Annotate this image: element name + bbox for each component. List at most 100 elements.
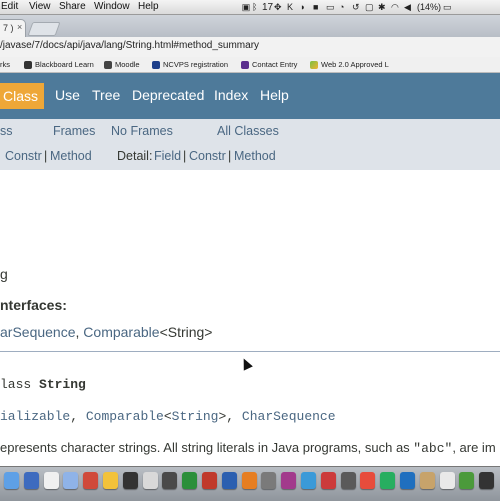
bookmark-rks[interactable]: rks — [0, 60, 10, 69]
new-tab-button[interactable] — [27, 22, 61, 36]
screen-icon[interactable]: ▭ — [326, 0, 339, 14]
blackboard-icon — [24, 60, 32, 69]
dock-app-icon[interactable] — [63, 472, 79, 489]
nav-tree[interactable]: Tree — [92, 87, 120, 103]
summary-method-link[interactable]: Method — [50, 149, 92, 163]
battery-icon[interactable]: ▭ — [443, 0, 457, 14]
menu-help[interactable]: Help — [138, 1, 159, 12]
dock-app-icon[interactable] — [439, 472, 455, 489]
detail-method-link[interactable]: Method — [234, 149, 276, 163]
serializable-link[interactable]: ializable — [0, 409, 70, 424]
wifi-icon[interactable]: ◠ — [391, 0, 404, 14]
tab-strip: 7 ) — [0, 15, 500, 37]
dock-app-icon[interactable] — [182, 472, 198, 489]
dock-app-icon[interactable] — [301, 472, 316, 489]
subnav-noframes-link[interactable]: No Frames — [111, 124, 173, 138]
nav-deprecated[interactable]: Deprecated — [132, 87, 204, 103]
volume-icon[interactable]: ◀ — [404, 0, 417, 14]
menu-window[interactable]: Window — [94, 1, 130, 12]
comparable-link[interactable]: Comparable — [86, 409, 164, 424]
type-param-open: < — [163, 409, 172, 424]
comma: , — [75, 324, 80, 340]
nav-help[interactable]: Help — [260, 87, 289, 103]
separator: | — [44, 149, 48, 163]
menu-edit[interactable]: Edit — [1, 1, 18, 12]
dock-app-icon[interactable] — [122, 472, 138, 489]
comma: , — [70, 409, 79, 424]
address-bar[interactable]: /javase/7/docs/api/java/lang/String.html… — [0, 40, 259, 51]
implements-list: ializable, Comparable<String>, CharSeque… — [0, 409, 336, 424]
separator: | — [228, 149, 232, 163]
ncvps-icon — [152, 60, 160, 69]
detail-field-link[interactable]: Field — [154, 149, 181, 163]
class-keyword: lass — [0, 377, 32, 392]
comparable-link[interactable]: Comparable — [83, 324, 159, 340]
dock-app-icon[interactable] — [261, 472, 277, 489]
javadoc-top-nav: Class Use Tree Deprecated Index Help — [0, 73, 500, 119]
dock-app-icon[interactable] — [43, 472, 59, 489]
dock-app-icon[interactable] — [380, 472, 396, 489]
web20-icon — [310, 60, 318, 69]
status-number: 17 — [262, 1, 274, 13]
evernote-icon[interactable]: ■ — [313, 0, 326, 14]
dock-app-icon[interactable] — [360, 472, 376, 489]
bluetooth-icon[interactable]: ᛒ — [252, 0, 262, 14]
dock-app-icon[interactable] — [400, 472, 415, 489]
time-machine-icon[interactable]: ↺ — [352, 0, 365, 14]
tab-close-icon[interactable]: × — [17, 22, 22, 32]
summary-constr-link[interactable]: Constr — [5, 149, 42, 163]
dropbox-icon[interactable]: ✥ — [274, 0, 287, 14]
bookmark-ncvps[interactable]: NCVPS registration — [152, 60, 228, 69]
bookmark-label: Web 2.0 Approved L — [321, 60, 389, 69]
detail-label: Detail: — [117, 149, 153, 163]
charsequence-link[interactable]: arSequence — [0, 324, 76, 340]
dock-app-icon[interactable] — [4, 472, 19, 489]
display-icon[interactable]: ▢ — [365, 0, 378, 14]
code-literal: "abc" — [413, 441, 453, 456]
bookmark-label: NCVPS registration — [163, 60, 229, 69]
menu-view[interactable]: View — [29, 1, 51, 12]
string-link[interactable]: String — [172, 409, 219, 424]
subnav-frames-link[interactable]: Frames — [53, 124, 95, 138]
dock-app-icon[interactable] — [103, 472, 118, 489]
cat-icon[interactable]: ◗ — [300, 0, 313, 14]
menu-bar: Edit View Share Window Help ▣ ᛒ 17 ✥ K ◗… — [0, 0, 500, 15]
bookmark-contact-entry[interactable]: Contact Entry — [241, 60, 297, 69]
dock-app-icon[interactable] — [23, 472, 39, 489]
bluetooth2-icon[interactable]: ✱ — [378, 0, 391, 14]
nav-index[interactable]: Index — [214, 87, 248, 103]
separator: | — [183, 149, 187, 163]
detail-constr-link[interactable]: Constr — [189, 149, 226, 163]
menu-share[interactable]: Share — [59, 1, 86, 12]
comma: , — [226, 409, 235, 424]
class-name-fragment: g — [0, 266, 8, 282]
interfaces-heading: nterfaces: — [0, 297, 67, 313]
dock-app-icon[interactable] — [142, 472, 158, 489]
bookmark-moodle[interactable]: Moodle — [104, 60, 140, 69]
k-icon[interactable]: K — [287, 0, 300, 14]
battery-percent: (14%) — [417, 2, 442, 12]
javadoc-sub-nav: ss Frames No Frames All Classes Constr |… — [0, 119, 500, 170]
subnav-allclasses-link[interactable]: All Classes — [217, 124, 279, 138]
dock-app-icon[interactable] — [459, 472, 475, 489]
dock-app-icon[interactable] — [479, 472, 495, 489]
bookmark-blackboard[interactable]: Blackboard Learn — [24, 60, 94, 69]
bookmark-web20[interactable]: Web 2.0 Approved L — [310, 60, 389, 69]
nav-class-active[interactable]: Class — [0, 83, 44, 109]
dock-app-icon[interactable] — [419, 472, 435, 489]
subnav-classes-link[interactable]: ss — [0, 124, 13, 138]
bookmarks-bar: rks Blackboard Learn Moodle NCVPS regist… — [0, 57, 500, 73]
dock-app-icon[interactable] — [83, 472, 99, 489]
dock-app-icon[interactable] — [281, 472, 297, 489]
dock-app-icon[interactable] — [320, 472, 336, 489]
adobe-icon[interactable]: ▣ — [240, 0, 252, 14]
class-name: String — [39, 377, 86, 392]
clock-icon[interactable]: ◔ — [339, 0, 352, 14]
dock-app-icon[interactable] — [202, 472, 217, 489]
nav-use[interactable]: Use — [55, 87, 80, 103]
dock-app-icon[interactable] — [241, 472, 257, 489]
dock-app-icon[interactable] — [221, 472, 237, 489]
dock-app-icon[interactable] — [162, 472, 178, 489]
charsequence-link[interactable]: CharSequence — [242, 409, 336, 424]
dock-app-icon[interactable] — [340, 472, 356, 489]
